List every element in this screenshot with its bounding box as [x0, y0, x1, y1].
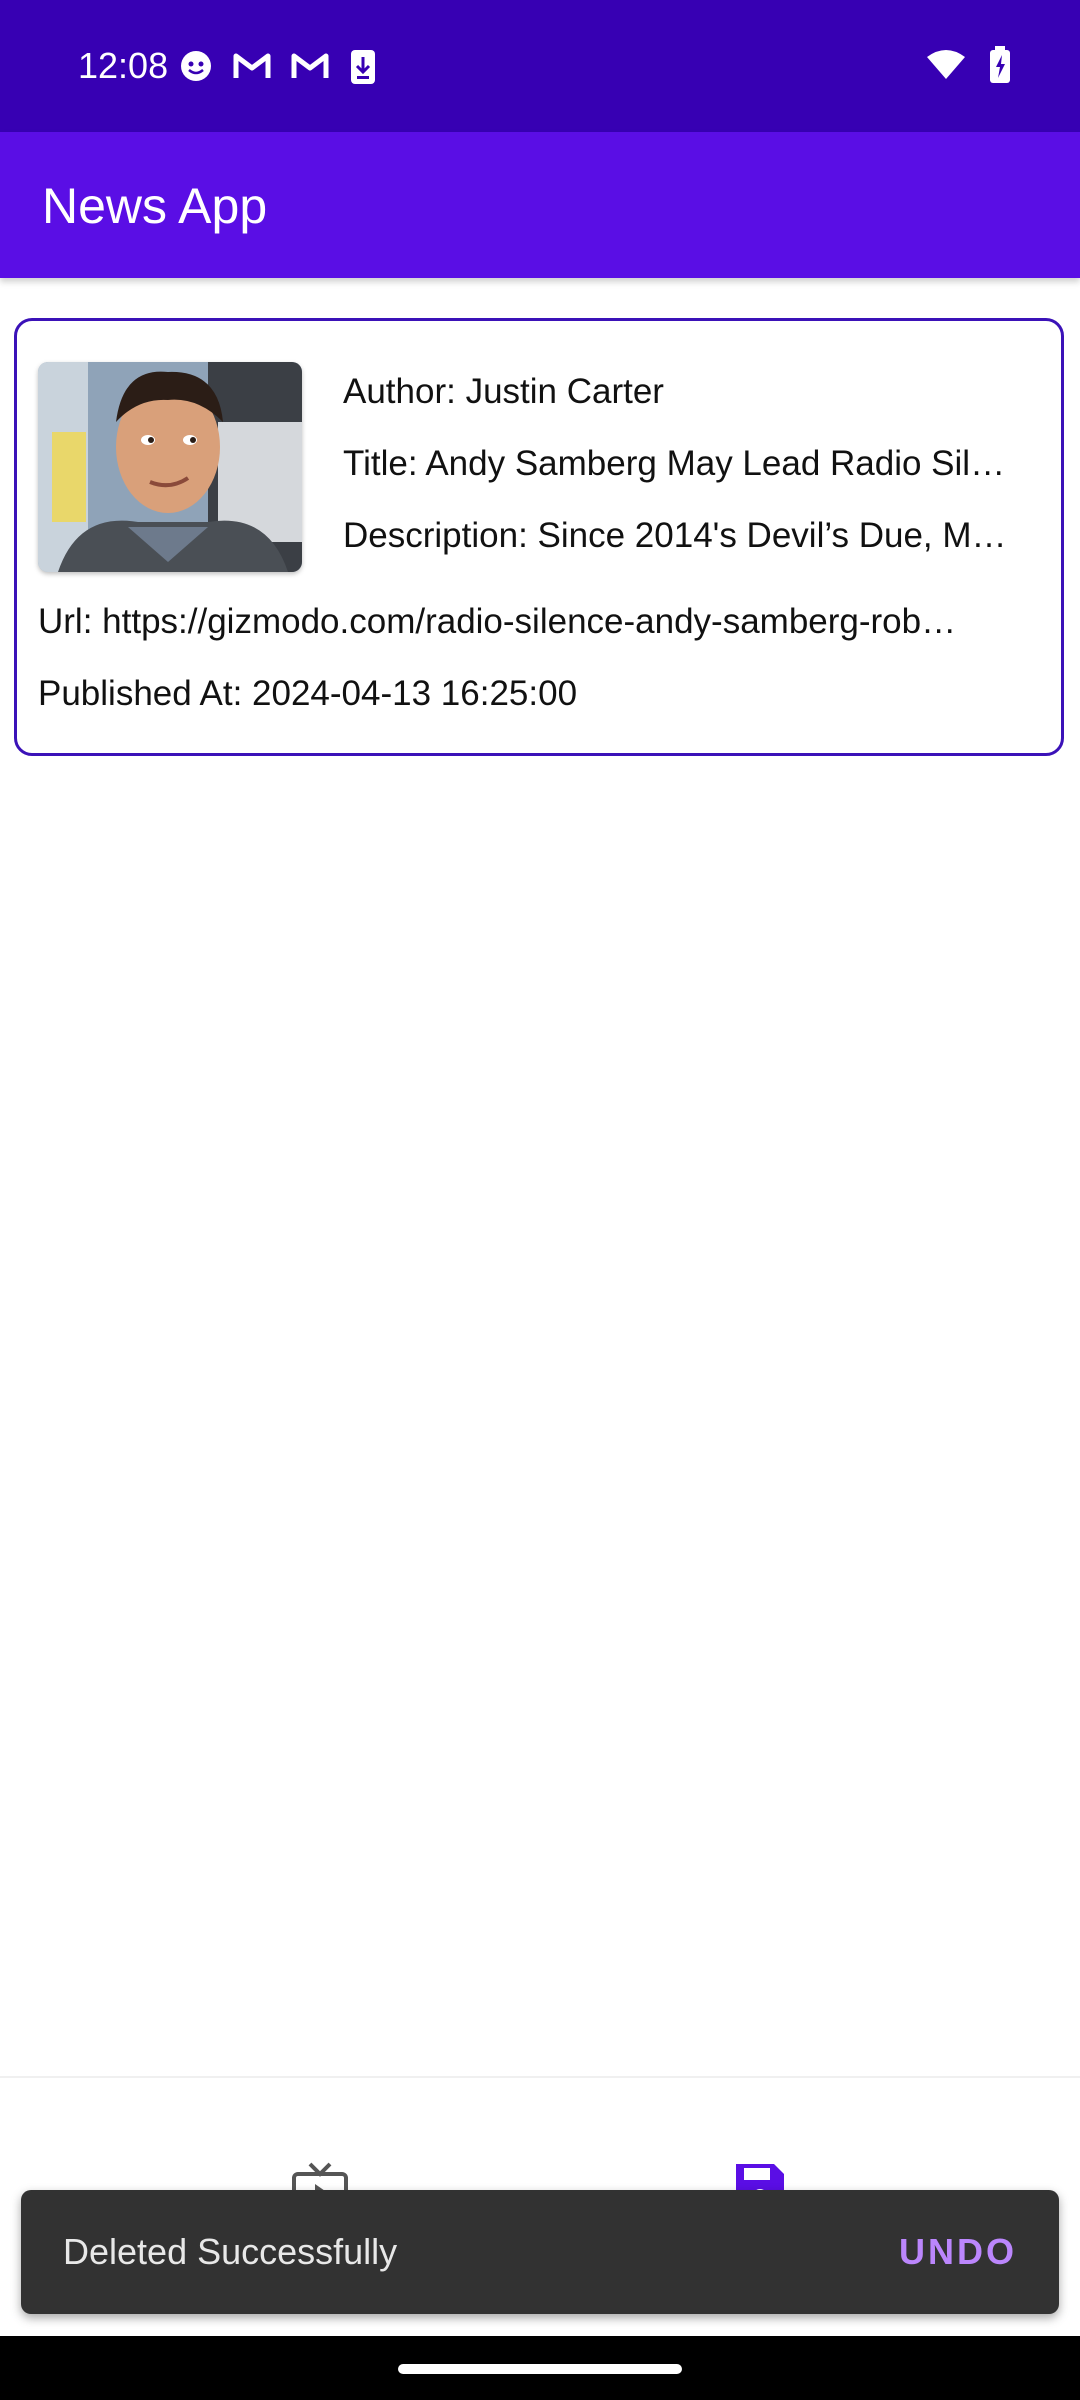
article-title: Title: Andy Samberg May Lead Radio Sil…: [343, 444, 1006, 483]
news-article-card[interactable]: Author: Justin Carter Title: Andy Samber…: [14, 318, 1064, 756]
gmail-icon: [291, 53, 329, 78]
status-bar: 12:08: [0, 0, 1080, 132]
article-published-at: Published At: 2024-04-13 16:25:00: [38, 674, 578, 713]
snackbar-message: Deleted Successfully: [63, 2231, 398, 2272]
face-icon: [181, 51, 211, 81]
gesture-nav-bar: [0, 2336, 1080, 2400]
download-icon: [351, 50, 375, 84]
system-icons: [926, 46, 1012, 84]
wifi-icon: [927, 50, 965, 79]
article-author: Author: Justin Carter: [343, 372, 664, 411]
status-time: 12:08: [78, 45, 169, 86]
app-title: News App: [42, 178, 268, 234]
snackbar: Deleted Successfully UNDO: [21, 2190, 1059, 2314]
gmail-icon: [233, 53, 271, 78]
home-gesture-handle[interactable]: [398, 2364, 682, 2374]
notification-icons: [178, 48, 378, 86]
app-bar: News App: [0, 132, 1080, 278]
battery-charging-icon: [990, 46, 1010, 83]
article-thumbnail: [38, 362, 302, 572]
article-url: Url: https://gizmodo.com/radio-silence-a…: [38, 602, 957, 641]
article-description: Description: Since 2014's Devil’s Due, M…: [343, 516, 1007, 555]
undo-button[interactable]: UNDO: [899, 2230, 1017, 2274]
